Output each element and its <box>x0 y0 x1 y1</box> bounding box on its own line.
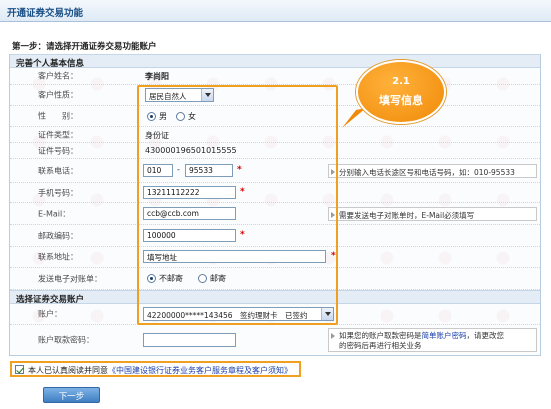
agreement-box: 本人已认真阅读并同意《中国建设银行证券业务客户服务章程及客户须知》 <box>10 361 301 377</box>
input-highlight-frame <box>137 85 338 325</box>
section-basic-info: 完善个人基本信息 <box>10 54 540 69</box>
callout-pointer <box>342 108 366 128</box>
page-title: 开通证券交易功能 <box>7 8 84 19</box>
phone-label: 联系电话： <box>38 166 78 175</box>
account-label: 账户： <box>38 309 62 319</box>
postcode-label: 邮政编码： <box>38 231 78 240</box>
name-value: 李尚阳 <box>145 72 169 81</box>
address-label: 联系地址： <box>38 252 78 262</box>
row-password: 账户取款密码： 如果您的账户取款密码是简单账户密码，请更改您 的密码后再进行相关… <box>10 325 540 355</box>
next-step-button[interactable]: 下一步 <box>43 387 100 403</box>
phone-hint-text: 分别输入电话长途区号和电话号码，如：010-95533 <box>339 168 515 177</box>
id-type-label: 证件类型： <box>38 130 78 139</box>
statement-label: 发送电子对账单： <box>38 274 102 283</box>
email-label: E-Mail： <box>38 209 71 218</box>
id-number-label: 证件号码： <box>38 146 78 155</box>
password-hint-line1: 如果您的账户取款密码是简单账户密码，请更改您 <box>339 331 504 340</box>
row-name: 客户姓名： 李尚阳 <box>10 68 540 85</box>
name-label: 客户姓名： <box>38 71 78 81</box>
simple-password-link[interactable]: 简单账户密码 <box>422 331 467 340</box>
email-hint-text: 需要发送电子对账单时，E-Mail必须填写 <box>339 211 475 220</box>
nature-label: 客户性质： <box>38 90 78 100</box>
hint-arrow-icon <box>331 333 335 339</box>
agreement-link[interactable]: 《中国建设银行证券业务客户服务章程及客户须知》 <box>108 366 292 375</box>
email-hint: 需要发送电子对账单时，E-Mail必须填写 <box>328 207 537 221</box>
password-hint-line2: 的密码后再进行相关业务 <box>339 341 422 350</box>
agree-checkbox[interactable] <box>15 365 24 374</box>
phone-hint: 分别输入电话长途区号和电话号码，如：010-95533 <box>328 164 537 178</box>
password-hint: 如果您的账户取款密码是简单账户密码，请更改您 的密码后再进行相关业务 <box>328 328 537 352</box>
gender-label: 性 别： <box>38 111 78 121</box>
title-bar: 开通证券交易功能 <box>0 0 551 22</box>
password-input[interactable] <box>143 333 236 347</box>
agreement-text: 本人已认真阅读并同意《中国建设银行证券业务客户服务章程及客户须知》 <box>28 365 292 376</box>
callout-number: 2.1 <box>392 76 410 87</box>
password-label: 账户取款密码： <box>38 335 94 345</box>
mobile-label: 手机号码： <box>38 188 78 197</box>
step-title: 第一步：请选择开通证券交易功能账户 <box>12 42 157 52</box>
callout-text: 填写信息 <box>379 94 423 107</box>
step-callout-bubble: 2.1 填写信息 <box>356 60 446 124</box>
agreement-prefix: 本人已认真阅读并同意 <box>28 366 108 375</box>
